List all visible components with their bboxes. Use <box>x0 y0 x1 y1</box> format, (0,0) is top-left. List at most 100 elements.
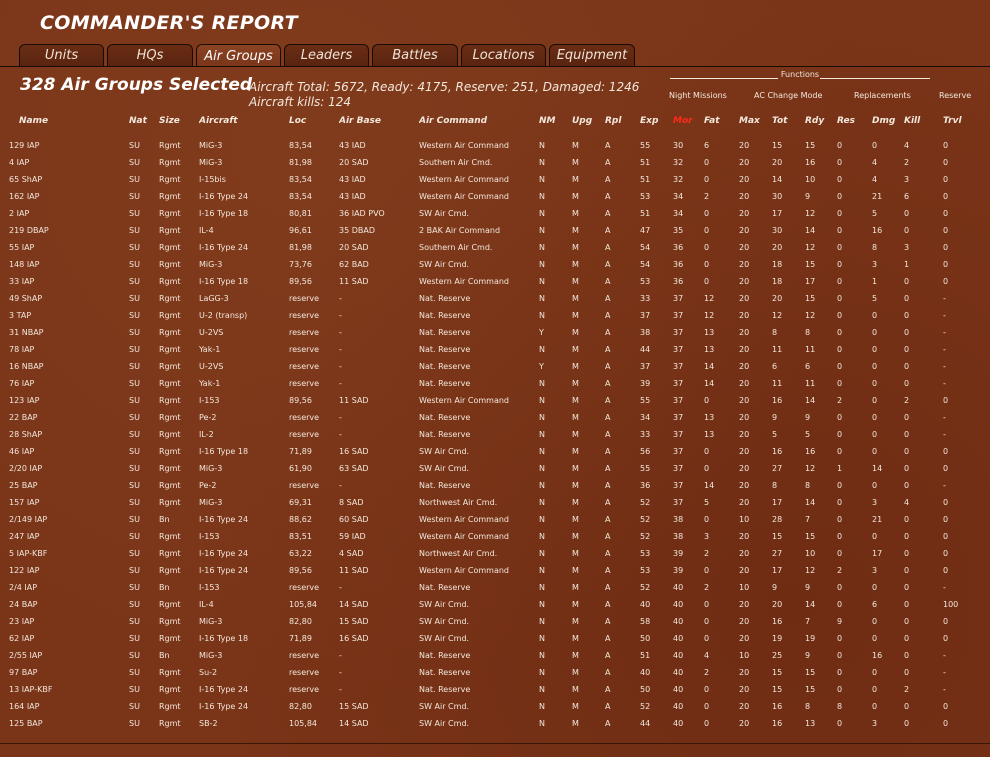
table-row[interactable]: 55 IAP SU Rgmt I-16 Type 24 81,98 20 SAD South… <box>0 239 990 256</box>
table-row[interactable]: 33 IAP SU Rgmt I-16 Type 18 89,56 11 SAD Weste… <box>0 273 990 290</box>
table-row[interactable]: 162 IAP SU Rgmt I-16 Type 24 83,54 43 IAD West… <box>0 188 990 205</box>
cell-name[interactable]: 2/55 IAP <box>0 647 129 664</box>
table-row[interactable]: 2/20 IAP SU Rgmt MiG-3 61,90 63 SAD SW Air Cmd… <box>0 460 990 477</box>
column-header-loc[interactable]: Loc <box>289 113 339 128</box>
table-row[interactable]: 4 IAP SU Rgmt MiG-3 81,98 20 SAD Southern Air … <box>0 154 990 171</box>
cell-name[interactable]: 5 IAP-KBF <box>0 545 129 562</box>
cell-name[interactable]: 247 IAP <box>0 528 129 545</box>
column-header-upg[interactable]: Upg <box>572 113 605 128</box>
column-header-kill[interactable]: Kill <box>904 113 943 128</box>
tab-battles[interactable]: Battles <box>372 44 458 66</box>
table-row[interactable]: 2/55 IAP SU Bn MiG-3 reserve - Nat. Reserve N M A… <box>0 647 990 664</box>
cell-name[interactable]: 25 BAP <box>0 477 129 494</box>
table-row[interactable]: 157 IAP SU Rgmt MiG-3 69,31 8 SAD Northwest Ai… <box>0 494 990 511</box>
cell-name[interactable]: 33 IAP <box>0 273 129 290</box>
table-row[interactable]: 164 IAP SU Rgmt I-16 Type 24 82,80 15 SAD SW A… <box>0 698 990 715</box>
table-row[interactable]: 2 IAP SU Rgmt I-16 Type 18 80,81 36 IAD PVO SW… <box>0 205 990 222</box>
table-row[interactable]: 2/149 IAP SU Bn I-16 Type 24 88,62 60 SAD West… <box>0 511 990 528</box>
cell-name[interactable]: 55 IAP <box>0 239 129 256</box>
cell-name[interactable]: 22 BAP <box>0 409 129 426</box>
cell-name[interactable]: 122 IAP <box>0 562 129 579</box>
table-row[interactable]: 65 ShAP SU Rgmt I-15bis 83,54 43 IAD Western A… <box>0 171 990 188</box>
column-header-res[interactable]: Res <box>837 113 872 128</box>
reserve-button[interactable]: Reserve <box>939 91 971 100</box>
cell-name[interactable]: 24 BAP <box>0 596 129 613</box>
column-header-tot[interactable]: Tot <box>772 113 805 128</box>
cell-name[interactable]: 23 IAP <box>0 613 129 630</box>
table-row[interactable]: 23 IAP SU Rgmt MiG-3 82,80 15 SAD SW Air Cmd. N… <box>0 613 990 630</box>
night-missions-button[interactable]: Night Missions <box>669 91 727 100</box>
table-row[interactable]: 125 BAP SU Rgmt SB-2 105,84 14 SAD SW Air Cmd.… <box>0 715 990 732</box>
cell-name[interactable]: 164 IAP <box>0 698 129 715</box>
tab-leaders[interactable]: Leaders <box>284 44 369 66</box>
table-row[interactable]: 25 BAP SU Rgmt Pe-2 reserve - Nat. Reserve N M A 3… <box>0 477 990 494</box>
table-row[interactable]: 62 IAP SU Rgmt I-16 Type 18 71,89 16 SAD SW Ai… <box>0 630 990 647</box>
cell-name[interactable]: 76 IAP <box>0 375 129 392</box>
column-header-trvl[interactable]: Trvl <box>943 113 990 128</box>
cell-name[interactable]: 162 IAP <box>0 188 129 205</box>
column-header-air-base[interactable]: Air Base <box>339 113 419 128</box>
cell-name[interactable]: 16 NBAP <box>0 358 129 375</box>
cell-name[interactable]: 49 ShAP <box>0 290 129 307</box>
cell-name[interactable]: 2/4 IAP <box>0 579 129 596</box>
column-header-max[interactable]: Max <box>739 113 772 128</box>
table-row[interactable]: 122 IAP SU Rgmt I-16 Type 24 89,56 11 SAD West… <box>0 562 990 579</box>
cell-name[interactable]: 46 IAP <box>0 443 129 460</box>
tab-equipment[interactable]: Equipment <box>549 44 635 66</box>
table-row[interactable]: 76 IAP SU Rgmt Yak-1 reserve - Nat. Reserve N M A… <box>0 375 990 392</box>
cell-name[interactable]: 148 IAP <box>0 256 129 273</box>
replacements-button[interactable]: Replacements <box>854 91 911 100</box>
cell-name[interactable]: 123 IAP <box>0 392 129 409</box>
cell-name[interactable]: 219 DBAP <box>0 222 129 239</box>
cell-name[interactable]: 2/20 IAP <box>0 460 129 477</box>
table-row[interactable]: 5 IAP-KBF SU Rgmt I-16 Type 24 63,22 4 SAD Nor… <box>0 545 990 562</box>
tab-hqs[interactable]: HQs <box>107 44 193 66</box>
column-header-aircraft[interactable]: Aircraft <box>199 113 289 128</box>
cell-name[interactable]: 129 IAP <box>0 137 129 154</box>
column-header-rpl[interactable]: Rpl <box>605 113 640 128</box>
tab-units[interactable]: Units <box>19 44 104 66</box>
cell-name[interactable]: 13 IAP-KBF <box>0 681 129 698</box>
cell-name[interactable]: 65 ShAP <box>0 171 129 188</box>
table-row[interactable]: 78 IAP SU Rgmt Yak-1 reserve - Nat. Reserve N M A… <box>0 341 990 358</box>
cell-name[interactable]: 3 TAP <box>0 307 129 324</box>
table-row[interactable]: 24 BAP SU Rgmt IL-4 105,84 14 SAD SW Air Cmd. N… <box>0 596 990 613</box>
tab-locations[interactable]: Locations <box>461 44 546 66</box>
cell-name[interactable]: 4 IAP <box>0 154 129 171</box>
table-row[interactable]: 2/4 IAP SU Bn I-153 reserve - Nat. Reserve N M A 5… <box>0 579 990 596</box>
cell-name[interactable]: 97 BAP <box>0 664 129 681</box>
table-row[interactable]: 3 TAP SU Rgmt U-2 (transp) reserve - Nat. Rese… <box>0 307 990 324</box>
column-header-rdy[interactable]: Rdy <box>805 113 837 128</box>
column-header-mor[interactable]: Mor <box>673 113 704 128</box>
column-header-air-command[interactable]: Air Command <box>419 113 539 128</box>
column-header-size[interactable]: Size <box>159 113 199 128</box>
cell-name[interactable]: 157 IAP <box>0 494 129 511</box>
cell-name[interactable]: 78 IAP <box>0 341 129 358</box>
cell-name[interactable]: 2 IAP <box>0 205 129 222</box>
cell-name[interactable]: 125 BAP <box>0 715 129 732</box>
tab-air-groups[interactable]: Air Groups <box>196 44 281 67</box>
table-row[interactable]: 28 ShAP SU Rgmt IL-2 reserve - Nat. Reserve N M A… <box>0 426 990 443</box>
column-header-nat[interactable]: Nat <box>129 113 159 128</box>
table-row[interactable]: 129 IAP SU Rgmt MiG-3 83,54 43 IAD Western Air… <box>0 137 990 154</box>
table-row[interactable]: 31 NBAP SU Rgmt U-2VS reserve - Nat. Reserve Y M… <box>0 324 990 341</box>
column-header-name[interactable]: Name <box>0 113 129 128</box>
column-header-fat[interactable]: Fat <box>704 113 739 128</box>
table-row[interactable]: 148 IAP SU Rgmt MiG-3 73,76 62 BAD SW Air Cmd.… <box>0 256 990 273</box>
table-row[interactable]: 46 IAP SU Rgmt I-16 Type 18 71,89 16 SAD SW Ai… <box>0 443 990 460</box>
column-header-nm[interactable]: NM <box>539 113 572 128</box>
table-row[interactable]: 97 BAP SU Rgmt Su-2 reserve - Nat. Reserve N M A 4… <box>0 664 990 681</box>
column-header-exp[interactable]: Exp <box>640 113 673 128</box>
table-row[interactable]: 13 IAP-KBF SU Rgmt I-16 Type 24 reserve - Nat.… <box>0 681 990 698</box>
table-row[interactable]: 16 NBAP SU Rgmt U-2VS reserve - Nat. Reserve Y M… <box>0 358 990 375</box>
column-header-dmg[interactable]: Dmg <box>872 113 904 128</box>
cell-name[interactable]: 31 NBAP <box>0 324 129 341</box>
table-row[interactable]: 247 IAP SU Rgmt I-153 83,51 59 IAD Western Air… <box>0 528 990 545</box>
table-row[interactable]: 219 DBAP SU Rgmt IL-4 96,61 35 DBAD 2 BAK Air … <box>0 222 990 239</box>
table-row[interactable]: 22 BAP SU Rgmt Pe-2 reserve - Nat. Reserve N M A 3… <box>0 409 990 426</box>
cell-name[interactable]: 2/149 IAP <box>0 511 129 528</box>
cell-name[interactable]: 62 IAP <box>0 630 129 647</box>
ac-change-mode-button[interactable]: AC Change Mode <box>754 91 822 100</box>
table-row[interactable]: 123 IAP SU Rgmt I-153 89,56 11 SAD Western Air… <box>0 392 990 409</box>
table-row[interactable]: 49 ShAP SU Rgmt LaGG-3 reserve - Nat. Reserve N… <box>0 290 990 307</box>
